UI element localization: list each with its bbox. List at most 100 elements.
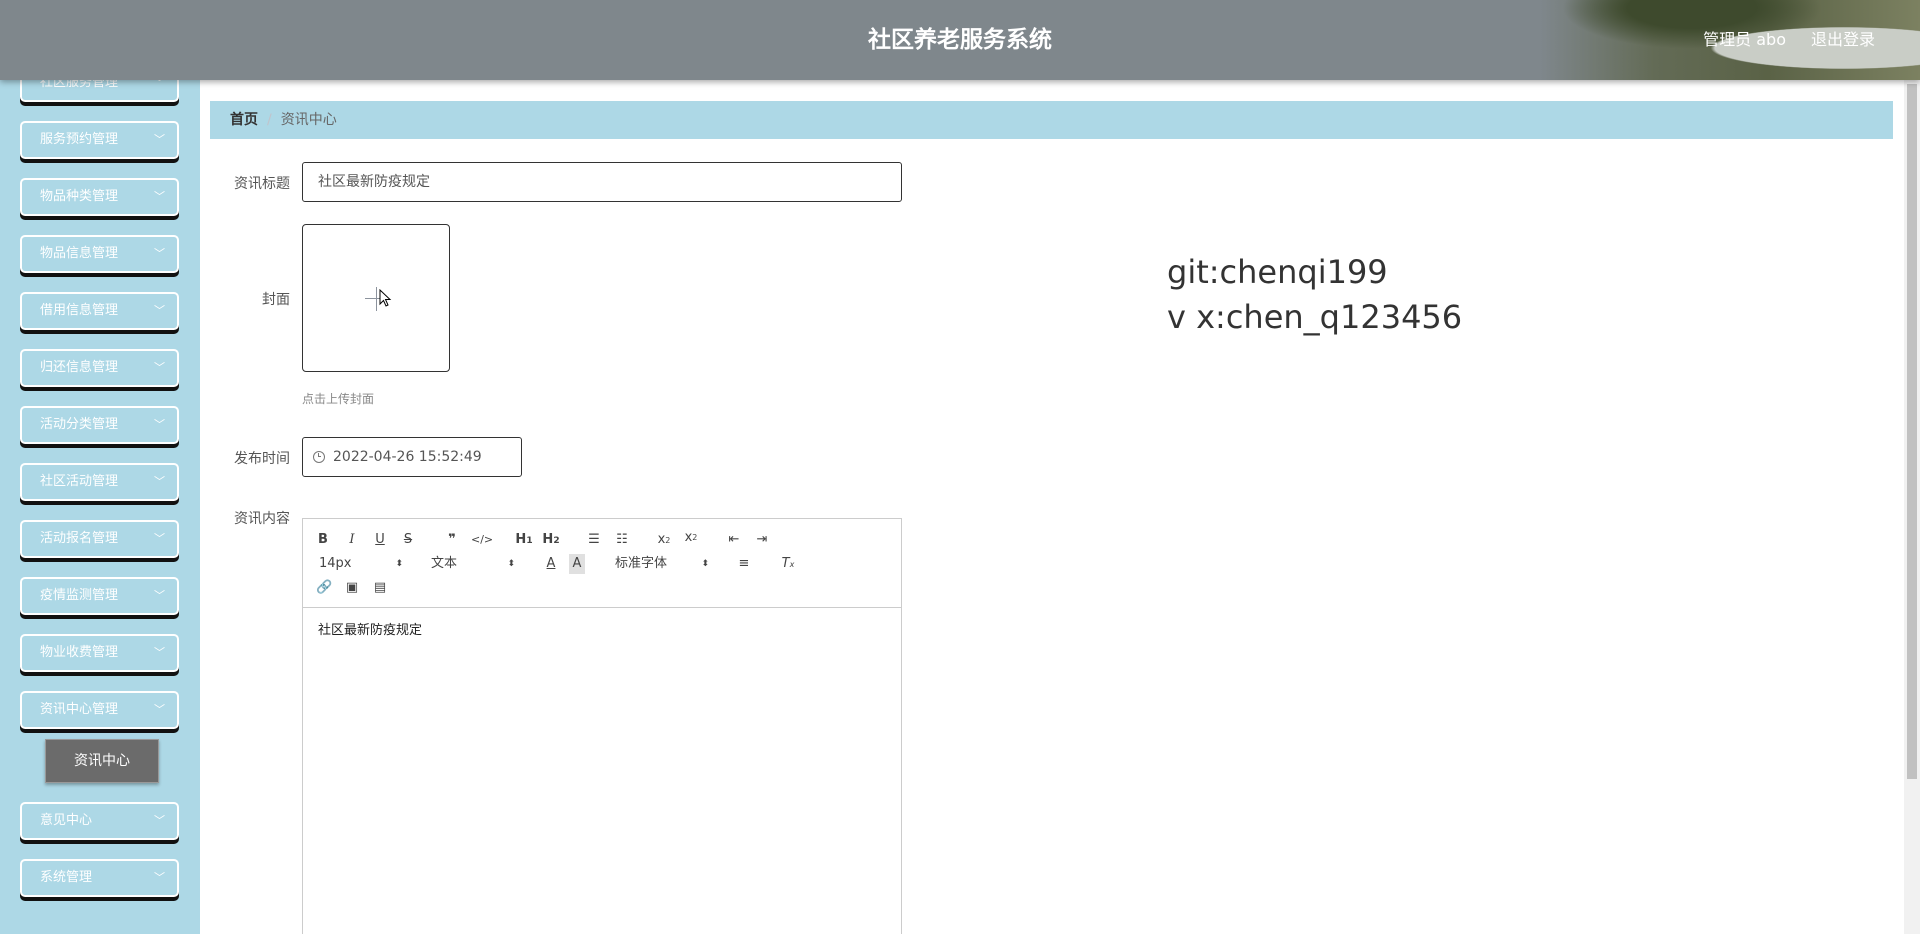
chevron-down-icon: ﹀ (154, 418, 165, 431)
background-color-icon[interactable]: A (569, 554, 585, 574)
indent-icon[interactable]: ⇥ (754, 530, 770, 550)
superscript-icon[interactable]: x2 (682, 528, 700, 548)
text-type-value: 文本 (431, 556, 458, 571)
chevron-down-icon: ﹀ (154, 190, 165, 203)
cover-upload-tip: 点击上传封面 (302, 392, 375, 406)
sidebar-item-label: 意见中心 (40, 813, 93, 828)
chevron-down-icon: ﹀ (154, 361, 165, 374)
sidebar-item-label: 系统管理 (40, 870, 93, 885)
link-icon[interactable]: 🔗 (316, 578, 332, 598)
sidebar-item-return-info[interactable]: 归还信息管理 ﹀ (20, 349, 179, 387)
sidebar-item-system[interactable]: 系统管理 ﹀ (20, 859, 179, 897)
editor-content[interactable]: 社区最新防疫规定 (318, 619, 422, 638)
image-icon[interactable]: ▣ (344, 578, 360, 598)
ordered-list-icon[interactable]: ☰ (586, 530, 602, 550)
underline-icon[interactable]: U (373, 530, 387, 550)
sidebar-item-community-activity[interactable]: 社区活动管理 ﹀ (20, 463, 179, 501)
video-icon[interactable]: ▤ (372, 578, 388, 598)
sidebar-item-label: 服务预约管理 (40, 132, 119, 147)
clock-icon (313, 451, 325, 463)
sidebar-item-label: 物品信息管理 (40, 246, 119, 261)
strikethrough-icon[interactable]: S (401, 530, 415, 550)
breadcrumb: 首页 / 资讯中心 (210, 101, 1893, 139)
code-block-icon[interactable]: </> (471, 530, 493, 550)
select-arrows-icon: ⬍ (395, 559, 403, 569)
chevron-down-icon: ﹀ (154, 871, 165, 884)
font-size-value: 14px (319, 556, 352, 571)
chevron-down-icon: ﹀ (154, 304, 165, 317)
title-label: 资讯标题 (234, 176, 290, 192)
sidebar-item-label: 活动分类管理 (40, 417, 119, 432)
sidebar-item-epidemic-monitor[interactable]: 疫情监测管理 ﹀ (20, 577, 179, 615)
chevron-down-icon: ﹀ (154, 814, 165, 827)
chevron-down-icon: ﹀ (154, 133, 165, 146)
sidebar-item-property-fee[interactable]: 物业收费管理 ﹀ (20, 634, 179, 672)
rich-text-editor: B I U S ❞ </> H1 H2 ☰ ☷ x2 x2 ⇤ ⇥ 14px ⬍ … (302, 518, 902, 934)
sidebar-item-activity-category[interactable]: 活动分类管理 ﹀ (20, 406, 179, 444)
chevron-down-icon: ﹀ (154, 80, 165, 89)
chevron-down-icon: ﹀ (154, 247, 165, 260)
sidebar: 社区服务管理 ﹀ 服务预约管理 ﹀ 物品种类管理 ﹀ 物品信息管理 ﹀ 借用信息管理 ﹀ … (0, 80, 200, 934)
sidebar-item-news-center[interactable]: 资讯中心管理 ﹀ (20, 691, 179, 729)
sidebar-item-label: 社区活动管理 (40, 474, 119, 489)
sidebar-item-label: 资讯中心管理 (40, 702, 119, 717)
breadcrumb-separator: / (267, 112, 272, 128)
subscript-icon[interactable]: x2 (655, 530, 673, 550)
chevron-down-icon: ﹀ (154, 475, 165, 488)
current-user: 管理员 abo (1703, 30, 1786, 49)
sidebar-item-label: 物品种类管理 (40, 189, 119, 204)
font-family-select[interactable]: 标准字体 ⬍ (615, 554, 709, 574)
top-header: 社区养老服务系统 管理员 abo 退出登录 (0, 0, 1920, 80)
watermark-text: git:chenqi199 v x:chen_q123456 (1167, 250, 1462, 340)
chevron-down-icon: ﹀ (154, 646, 165, 659)
sidebar-item-activity-signup[interactable]: 活动报名管理 ﹀ (20, 520, 179, 558)
title-input[interactable]: 社区最新防疫规定 (302, 162, 902, 202)
select-arrows-icon: ⬍ (701, 559, 709, 569)
sidebar-item-label: 活动报名管理 (40, 531, 119, 546)
bullet-list-icon[interactable]: ☷ (614, 530, 630, 550)
mouse-cursor-icon (379, 289, 392, 307)
sidebar-item-community-service[interactable]: 社区服务管理 ﹀ (20, 80, 179, 102)
publish-time-picker[interactable]: 2022-04-26 15:52:49 (302, 437, 522, 477)
chevron-down-icon: ﹀ (154, 703, 165, 716)
editor-toolbar: B I U S ❞ </> H1 H2 ☰ ☷ x2 x2 ⇤ ⇥ 14px ⬍ … (303, 519, 901, 608)
chevron-down-icon: ﹀ (154, 589, 165, 602)
watermark-line-2: v x:chen_q123456 (1167, 298, 1463, 336)
logout-button[interactable]: 退出登录 (1811, 0, 1875, 80)
text-type-select[interactable]: 文本 ⬍ (431, 554, 515, 574)
font-family-value: 标准字体 (615, 556, 668, 571)
sidebar-item-label: 物业收费管理 (40, 645, 119, 660)
content-label: 资讯内容 (234, 511, 290, 527)
scrollbar-thumb[interactable] (1907, 84, 1917, 779)
sidebar-item-borrow-info[interactable]: 借用信息管理 ﹀ (20, 292, 179, 330)
sidebar-item-label: 疫情监测管理 (40, 588, 119, 603)
breadcrumb-home[interactable]: 首页 (230, 112, 258, 128)
bold-icon[interactable]: B (316, 530, 330, 550)
publish-time-value: 2022-04-26 15:52:49 (333, 449, 482, 465)
plus-icon-vertical (376, 287, 377, 311)
app-title: 社区养老服务系统 (868, 27, 1052, 53)
sidebar-item-item-info[interactable]: 物品信息管理 ﹀ (20, 235, 179, 273)
sidebar-item-item-category[interactable]: 物品种类管理 ﹀ (20, 178, 179, 216)
font-size-select[interactable]: 14px ⬍ (319, 554, 403, 574)
outdent-icon[interactable]: ⇤ (726, 530, 742, 550)
sidebar-item-label: 社区服务管理 (40, 80, 119, 90)
publish-time-label: 发布时间 (234, 451, 290, 467)
font-color-icon[interactable]: A (543, 554, 559, 574)
page-scrollbar[interactable] (1904, 80, 1920, 934)
sidebar-item-label: 归还信息管理 (40, 360, 119, 375)
heading2-icon[interactable]: H2 (541, 530, 561, 550)
heading1-icon[interactable]: H1 (514, 530, 534, 550)
sidebar-item-service-booking[interactable]: 服务预约管理 ﹀ (20, 121, 179, 159)
select-arrows-icon: ⬍ (507, 559, 515, 569)
clear-format-icon[interactable]: Tx (780, 554, 796, 574)
chevron-down-icon: ﹀ (154, 532, 165, 545)
watermark-line-1: git:chenqi199 (1167, 253, 1388, 291)
sidebar-item-label: 借用信息管理 (40, 303, 119, 318)
italic-icon[interactable]: I (345, 530, 359, 550)
submenu-item-news-center[interactable]: 资讯中心 (45, 739, 159, 783)
blockquote-icon[interactable]: ❞ (444, 530, 460, 550)
cover-upload[interactable] (302, 224, 450, 372)
align-left-icon[interactable]: ≡ (736, 554, 752, 574)
sidebar-item-feedback[interactable]: 意见中心 ﹀ (20, 802, 179, 840)
